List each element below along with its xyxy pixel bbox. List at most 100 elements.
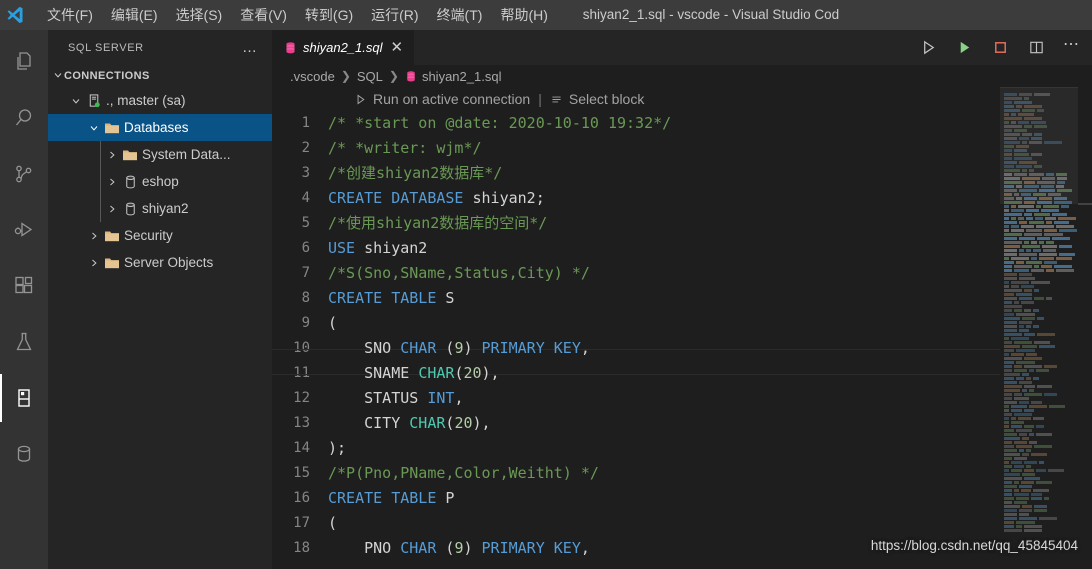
code-line[interactable]: 9(: [272, 311, 1092, 336]
code-token: USE: [328, 239, 355, 257]
chevron-right-icon[interactable]: [86, 255, 102, 271]
chevron-right-icon: ❯: [387, 69, 401, 83]
menu-selection[interactable]: 选择(S): [167, 2, 232, 28]
minimap-segment: [1004, 505, 1020, 508]
chevron-down-icon[interactable]: [68, 93, 84, 109]
search-icon[interactable]: [0, 94, 48, 142]
code-line[interactable]: 13 CITY CHAR(20),: [272, 411, 1092, 436]
chevron-down-icon[interactable]: [86, 120, 102, 136]
source-control-icon[interactable]: [0, 150, 48, 198]
minimap-segment: [1014, 397, 1030, 400]
minimap-segment: [1024, 241, 1029, 244]
code-line[interactable]: 14);: [272, 436, 1092, 461]
minimap-segment: [1004, 345, 1020, 348]
menu-run[interactable]: 运行(R): [362, 2, 427, 28]
minimap-segment: [1044, 229, 1057, 232]
minimap-segment: [1004, 409, 1009, 412]
minimap-line: [1004, 249, 1077, 252]
code-line-list[interactable]: 1/* *start on @date: 2020-10-10 19:32*/2…: [272, 111, 1092, 561]
files-explorer-icon[interactable]: [0, 38, 48, 86]
tree-item-system-databases[interactable]: System Data...: [48, 141, 272, 168]
database-icon[interactable]: [0, 430, 48, 478]
sql-server-icon[interactable]: [0, 374, 48, 422]
code-line[interactable]: 7/*S(Sno,SName,Status,City) */: [272, 261, 1092, 286]
minimap-segment: [1004, 305, 1022, 308]
breadcrumb-item-sql[interactable]: SQL: [357, 69, 383, 84]
minimap-segment: [1046, 241, 1054, 244]
minimap-segment: [1024, 233, 1042, 236]
minimap-segment: [1024, 461, 1037, 464]
minimap-segment: [1004, 337, 1009, 340]
minimap-segment: [1024, 469, 1034, 472]
chevron-right-icon[interactable]: [86, 228, 102, 244]
minimap-segment: [1011, 225, 1019, 228]
tree-item-shiyan2[interactable]: shiyan2: [48, 195, 272, 222]
run-and-debug-icon[interactable]: [0, 206, 48, 254]
split-editor-icon[interactable]: [1027, 39, 1045, 57]
tree-item-security[interactable]: Security: [48, 222, 272, 249]
codelens-bar: Run on active connection | Select block: [272, 87, 1092, 111]
minimap-segment: [1046, 221, 1051, 224]
minimap-segment: [1033, 489, 1049, 492]
code-token: ): [463, 539, 481, 557]
codelens-select-block-link[interactable]: Select block: [569, 91, 644, 107]
extensions-icon[interactable]: [0, 262, 48, 310]
menu-go[interactable]: 转到(G): [296, 2, 362, 28]
code-line[interactable]: 15/*P(Pno,PName,Color,Weitht) */: [272, 461, 1092, 486]
code-line[interactable]: 17(: [272, 511, 1092, 536]
code-line[interactable]: 5/*使用shiyan2数据库的空间*/: [272, 211, 1092, 236]
minimap-line: [1004, 305, 1077, 308]
tree-item-databases[interactable]: Databases: [48, 114, 272, 141]
tree-item-master[interactable]: ., master (sa): [48, 87, 272, 114]
minimap-line: [1004, 409, 1077, 412]
minimap-segment: [1029, 433, 1034, 436]
code-line[interactable]: 2/* *writer: wjm*/: [272, 136, 1092, 161]
play-filled-green-icon[interactable]: [955, 39, 973, 57]
code-token: SNAME: [328, 364, 418, 382]
menu-file[interactable]: 文件(F): [38, 2, 102, 28]
code-editor[interactable]: Run on active connection | Select block …: [272, 87, 1092, 569]
editor-scrollbar[interactable]: [1078, 87, 1092, 569]
title-bar: 文件(F) 编辑(E) 选择(S) 查看(V) 转到(G) 运行(R) 终端(T…: [0, 0, 1092, 30]
tree-item-server-objects[interactable]: Server Objects: [48, 249, 272, 276]
code-line[interactable]: 8CREATE TABLE S: [272, 286, 1092, 311]
line-number: 6: [272, 236, 328, 261]
minimap-line: [1004, 441, 1077, 444]
minimap-line: [1004, 489, 1077, 492]
codelens-run-link[interactable]: Run on active connection: [373, 91, 530, 107]
connections-section-header[interactable]: CONNECTIONS: [48, 65, 272, 87]
menu-help[interactable]: 帮助(H): [491, 2, 556, 28]
menu-edit[interactable]: 编辑(E): [102, 2, 167, 28]
code-line[interactable]: 6USE shiyan2: [272, 236, 1092, 261]
ellipsis-icon[interactable]: ⋯: [1063, 45, 1080, 51]
chevron-right-icon[interactable]: [104, 201, 120, 217]
chevron-right-icon[interactable]: [104, 174, 120, 190]
minimap-segment: [1061, 205, 1069, 208]
minimap-segment: [1014, 489, 1019, 492]
code-line[interactable]: 12 STATUS INT,: [272, 386, 1092, 411]
menu-terminal[interactable]: 终端(T): [428, 2, 492, 28]
play-outline-icon[interactable]: [919, 39, 937, 57]
tab-shiyan2-1-sql[interactable]: shiyan2_1.sql ✕: [272, 30, 415, 65]
minimap[interactable]: [1000, 87, 1078, 569]
code-token: shiyan2: [355, 239, 427, 257]
code-line[interactable]: 1/* *start on @date: 2020-10-10 19:32*/: [272, 111, 1092, 136]
code-line[interactable]: 16CREATE TABLE P: [272, 486, 1092, 511]
minimap-segment: [1039, 253, 1057, 256]
tree-item-eshop[interactable]: eshop: [48, 168, 272, 195]
minimap-slider[interactable]: [1000, 87, 1078, 204]
menu-view[interactable]: 查看(V): [231, 2, 296, 28]
minimap-segment: [1014, 369, 1027, 372]
minimap-segment: [1036, 205, 1041, 208]
breadcrumb-item-file[interactable]: shiyan2_1.sql: [405, 69, 502, 84]
code-line[interactable]: 4CREATE DATABASE shiyan2;: [272, 186, 1092, 211]
minimap-segment: [1004, 389, 1020, 392]
stop-square-red-icon[interactable]: [991, 39, 1009, 57]
tree-item-label: System Data...: [142, 147, 231, 162]
sidebar-more-actions-icon[interactable]: …: [242, 39, 264, 56]
code-line[interactable]: 3/*创建shiyan2数据库*/: [272, 161, 1092, 186]
testing-flask-icon[interactable]: [0, 318, 48, 366]
close-icon[interactable]: ✕: [391, 40, 404, 55]
chevron-right-icon[interactable]: [104, 147, 120, 163]
breadcrumb-item-vscode[interactable]: .vscode: [290, 69, 335, 84]
